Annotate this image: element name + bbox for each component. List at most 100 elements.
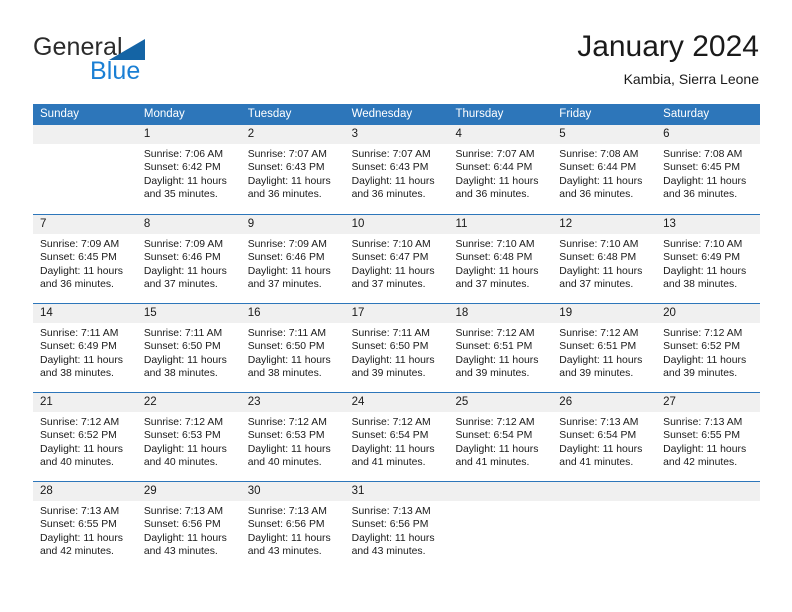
daylight-text-cont: and 36 minutes. bbox=[663, 189, 738, 201]
calendar-day-cell[interactable]: 14 Sunrise: 7:11 AM Sunset: 6:49 PM Dayligh… bbox=[33, 304, 137, 392]
calendar-day-cell[interactable]: 24 Sunrise: 7:12 AM Sunset: 6:54 PM Dayligh… bbox=[344, 393, 449, 481]
sunset-text: Sunset: 6:50 PM bbox=[247, 341, 325, 353]
day-number: 6 bbox=[656, 125, 761, 144]
day-number: 23 bbox=[240, 393, 345, 412]
sunrise-text: Sunrise: 7:11 AM bbox=[247, 328, 327, 339]
calendar-day-cell[interactable]: 21 Sunrise: 7:12 AM Sunset: 6:52 PM Dayligh… bbox=[33, 393, 137, 481]
daylight-text: Daylight: 11 hours bbox=[351, 532, 435, 544]
sunrise-text: Sunrise: 7:12 AM bbox=[40, 417, 120, 428]
calendar-day-cell[interactable]: 29 Sunrise: 7:13 AM Sunset: 6:56 PM Dayligh… bbox=[136, 482, 241, 570]
daylight-text-cont: and 42 minutes. bbox=[663, 457, 738, 469]
sunset-text: Sunset: 6:50 PM bbox=[351, 341, 429, 353]
calendar-day-cell[interactable]: 30 Sunrise: 7:13 AM Sunset: 6:56 PM Dayligh… bbox=[240, 482, 345, 570]
sunrise-text: Sunrise: 7:12 AM bbox=[559, 328, 639, 339]
daylight-text-cont: and 39 minutes. bbox=[455, 368, 530, 380]
calendar-day-cell[interactable]: 22 Sunrise: 7:12 AM Sunset: 6:53 PM Dayligh… bbox=[136, 393, 241, 481]
calendar-day-cell[interactable]: 20 Sunrise: 7:12 AM Sunset: 6:52 PM Dayligh… bbox=[656, 304, 761, 392]
calendar-day-cell[interactable]: 8 Sunrise: 7:09 AM Sunset: 6:46 PM Daylight… bbox=[136, 215, 241, 303]
title-block: January 2024 Kambia, Sierra Leone bbox=[577, 28, 759, 88]
calendar-weeks: 1 Sunrise: 7:06 AM Sunset: 6:42 PM Daylight… bbox=[33, 125, 761, 570]
sunrise-text: Sunrise: 7:08 AM bbox=[663, 149, 743, 160]
weekday-header-tuesday: Tuesday bbox=[247, 108, 292, 120]
sunset-text: Sunset: 6:46 PM bbox=[143, 252, 221, 264]
daylight-text: Daylight: 11 hours bbox=[559, 354, 643, 366]
logo-text-blue: Blue bbox=[90, 57, 141, 85]
calendar-week-row: 21 Sunrise: 7:12 AM Sunset: 6:52 PM Dayligh… bbox=[33, 392, 761, 481]
calendar-day-cell[interactable]: 16 Sunrise: 7:11 AM Sunset: 6:50 PM Dayligh… bbox=[240, 304, 345, 392]
general-blue-logo[interactable]: General Blue bbox=[33, 34, 253, 86]
sunrise-text: Sunrise: 7:10 AM bbox=[351, 239, 431, 250]
calendar-day-cell[interactable]: 5 Sunrise: 7:08 AM Sunset: 6:44 PM Daylight… bbox=[552, 125, 657, 214]
sunset-text: Sunset: 6:53 PM bbox=[143, 430, 221, 442]
calendar-day-cell[interactable]: 12 Sunrise: 7:10 AM Sunset: 6:48 PM Dayligh… bbox=[552, 215, 657, 303]
day-details: Sunrise: 7:11 AM Sunset: 6:50 PM Daylight:… bbox=[241, 323, 345, 381]
day-number: 31 bbox=[344, 482, 449, 501]
calendar-day-cell[interactable]: 9 Sunrise: 7:09 AM Sunset: 6:46 PM Daylight… bbox=[240, 215, 345, 303]
daylight-text: Daylight: 11 hours bbox=[559, 443, 643, 455]
calendar-day-cell[interactable]: 6 Sunrise: 7:08 AM Sunset: 6:45 PM Daylight… bbox=[656, 125, 761, 214]
day-number bbox=[448, 482, 553, 501]
day-number: 27 bbox=[656, 393, 761, 412]
day-details: Sunrise: 7:12 AM Sunset: 6:54 PM Daylight:… bbox=[448, 412, 552, 470]
daylight-text: Daylight: 11 hours bbox=[455, 175, 539, 187]
day-details: Sunrise: 7:08 AM Sunset: 6:44 PM Daylight:… bbox=[552, 144, 656, 202]
daylight-text-cont: and 37 minutes. bbox=[559, 279, 634, 291]
daylight-text-cont: and 43 minutes. bbox=[351, 546, 426, 558]
day-details: Sunrise: 7:12 AM Sunset: 6:53 PM Daylight:… bbox=[241, 412, 345, 470]
calendar-day-cell[interactable]: 25 Sunrise: 7:12 AM Sunset: 6:54 PM Dayligh… bbox=[448, 393, 553, 481]
sunrise-text: Sunrise: 7:13 AM bbox=[559, 417, 639, 428]
calendar-day-cell[interactable]: 18 Sunrise: 7:12 AM Sunset: 6:51 PM Dayligh… bbox=[448, 304, 553, 392]
calendar-day-cell[interactable]: 11 Sunrise: 7:10 AM Sunset: 6:48 PM Dayligh… bbox=[448, 215, 553, 303]
sunset-text: Sunset: 6:48 PM bbox=[559, 252, 637, 264]
calendar-day-cell[interactable]: 19 Sunrise: 7:12 AM Sunset: 6:51 PM Dayligh… bbox=[552, 304, 657, 392]
daylight-text: Daylight: 11 hours bbox=[351, 354, 435, 366]
calendar-day-cell[interactable]: 7 Sunrise: 7:09 AM Sunset: 6:45 PM Daylight… bbox=[33, 215, 137, 303]
daylight-text-cont: and 36 minutes. bbox=[351, 189, 426, 201]
daylight-text: Daylight: 11 hours bbox=[143, 532, 227, 544]
daylight-text: Daylight: 11 hours bbox=[351, 443, 435, 455]
day-details: Sunrise: 7:10 AM Sunset: 6:48 PM Daylight:… bbox=[552, 234, 656, 292]
calendar-day-cell[interactable]: 1 Sunrise: 7:06 AM Sunset: 6:42 PM Daylight… bbox=[136, 125, 241, 214]
day-number: 3 bbox=[344, 125, 449, 144]
daylight-text: Daylight: 11 hours bbox=[143, 175, 227, 187]
daylight-text-cont: and 38 minutes. bbox=[143, 368, 218, 380]
day-number: 14 bbox=[33, 304, 137, 323]
weekday-header-saturday: Saturday bbox=[663, 108, 710, 120]
day-details: Sunrise: 7:09 AM Sunset: 6:45 PM Daylight:… bbox=[33, 234, 137, 292]
sunrise-text: Sunrise: 7:13 AM bbox=[143, 506, 223, 517]
calendar-day-cell[interactable]: 17 Sunrise: 7:11 AM Sunset: 6:50 PM Dayligh… bbox=[344, 304, 449, 392]
daylight-text-cont: and 39 minutes. bbox=[559, 368, 634, 380]
sunrise-text: Sunrise: 7:13 AM bbox=[247, 506, 327, 517]
sunrise-text: Sunrise: 7:12 AM bbox=[351, 417, 431, 428]
calendar-day-cell[interactable]: 31 Sunrise: 7:13 AM Sunset: 6:56 PM Dayligh… bbox=[344, 482, 449, 570]
sunset-text: Sunset: 6:46 PM bbox=[247, 252, 325, 264]
day-details: Sunrise: 7:06 AM Sunset: 6:42 PM Daylight:… bbox=[137, 144, 241, 202]
calendar-day-cell[interactable]: 3 Sunrise: 7:07 AM Sunset: 6:43 PM Daylight… bbox=[344, 125, 449, 214]
calendar-day-cell[interactable]: 26 Sunrise: 7:13 AM Sunset: 6:54 PM Dayligh… bbox=[552, 393, 657, 481]
sunset-text: Sunset: 6:44 PM bbox=[455, 162, 533, 174]
sunrise-text: Sunrise: 7:13 AM bbox=[40, 506, 120, 517]
sunrise-text: Sunrise: 7:11 AM bbox=[40, 328, 119, 339]
sunrise-text: Sunrise: 7:09 AM bbox=[40, 239, 120, 250]
calendar-day-cell[interactable]: 23 Sunrise: 7:12 AM Sunset: 6:53 PM Dayligh… bbox=[240, 393, 345, 481]
calendar-day-cell[interactable]: 13 Sunrise: 7:10 AM Sunset: 6:49 PM Dayligh… bbox=[656, 215, 761, 303]
sunset-text: Sunset: 6:43 PM bbox=[351, 162, 429, 174]
calendar-day-cell[interactable]: 15 Sunrise: 7:11 AM Sunset: 6:50 PM Dayligh… bbox=[136, 304, 241, 392]
day-number bbox=[656, 482, 761, 501]
day-details: Sunrise: 7:08 AM Sunset: 6:45 PM Daylight:… bbox=[656, 144, 760, 202]
calendar-day-cell[interactable]: 4 Sunrise: 7:07 AM Sunset: 6:44 PM Daylight… bbox=[448, 125, 553, 214]
weekday-header-wednesday: Wednesday bbox=[351, 108, 413, 120]
calendar-day-cell[interactable]: 10 Sunrise: 7:10 AM Sunset: 6:47 PM Dayligh… bbox=[344, 215, 449, 303]
day-details: Sunrise: 7:12 AM Sunset: 6:51 PM Daylight:… bbox=[448, 323, 552, 381]
day-details: Sunrise: 7:13 AM Sunset: 6:56 PM Daylight:… bbox=[345, 501, 449, 559]
sunrise-text: Sunrise: 7:11 AM bbox=[351, 328, 430, 339]
calendar-day-cell[interactable]: 28 Sunrise: 7:13 AM Sunset: 6:55 PM Dayligh… bbox=[33, 482, 137, 570]
daylight-text: Daylight: 11 hours bbox=[455, 443, 539, 455]
calendar-day-cell[interactable]: 27 Sunrise: 7:13 AM Sunset: 6:55 PM Dayligh… bbox=[656, 393, 761, 481]
daylight-text-cont: and 36 minutes. bbox=[247, 189, 322, 201]
daylight-text-cont: and 39 minutes. bbox=[351, 368, 426, 380]
sunset-text: Sunset: 6:54 PM bbox=[559, 430, 637, 442]
sunrise-text: Sunrise: 7:09 AM bbox=[143, 239, 223, 250]
sunset-text: Sunset: 6:52 PM bbox=[40, 430, 117, 442]
calendar-day-cell[interactable]: 2 Sunrise: 7:07 AM Sunset: 6:43 PM Daylight… bbox=[240, 125, 345, 214]
